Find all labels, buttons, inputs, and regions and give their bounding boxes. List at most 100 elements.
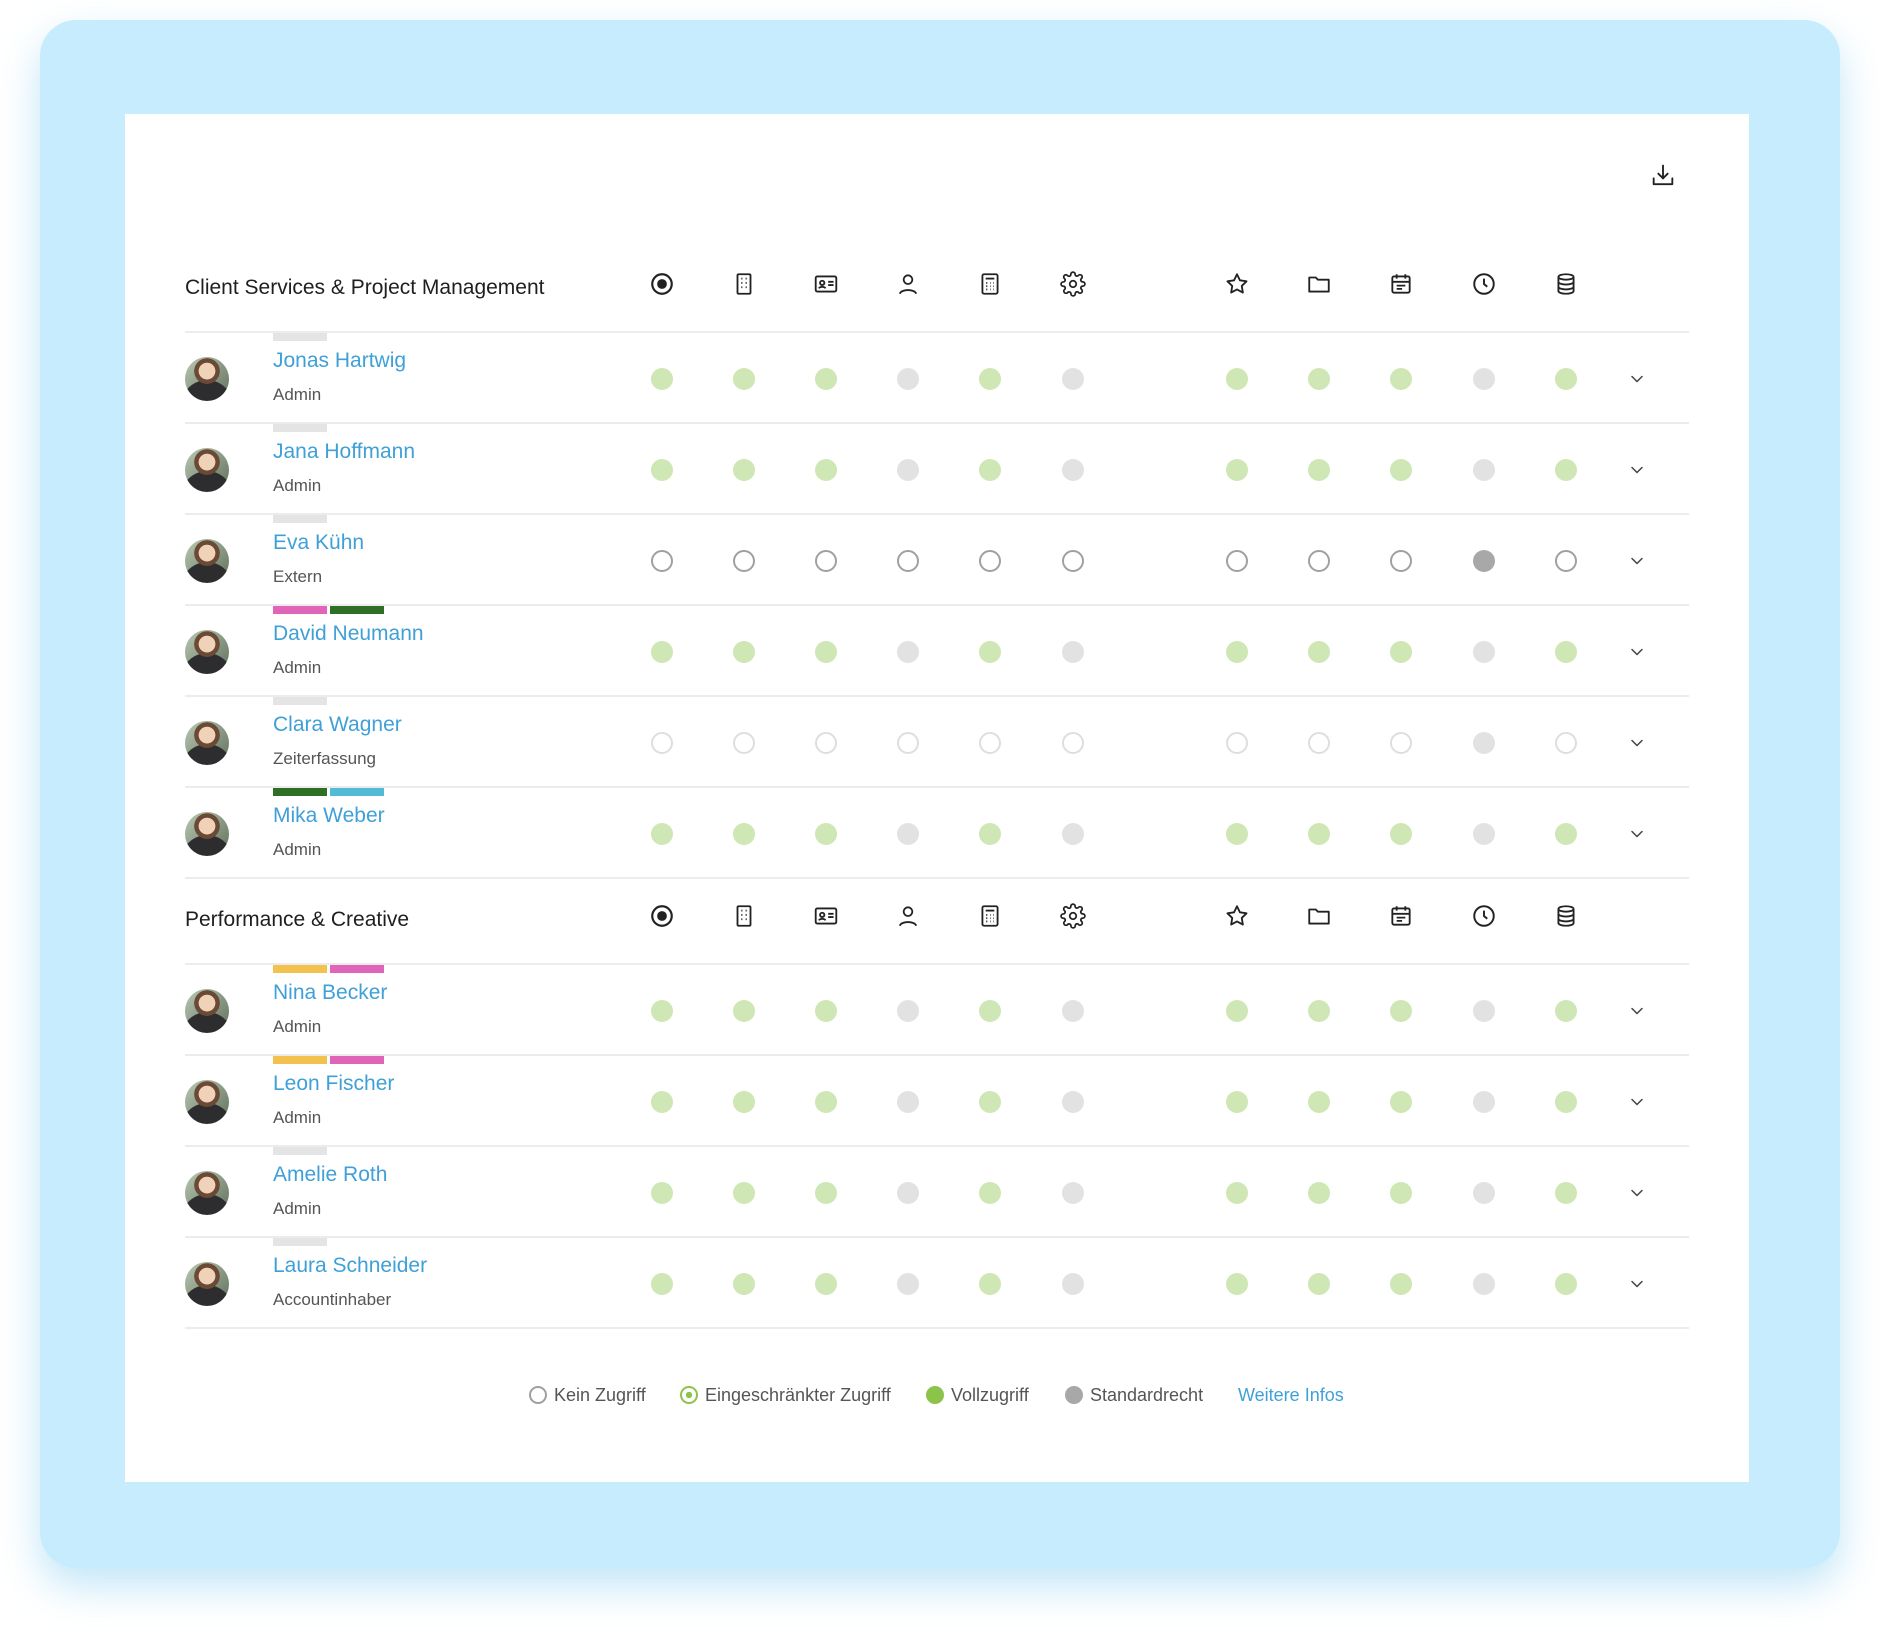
access-dot-id-card[interactable] (815, 1000, 837, 1022)
access-dot-calculator[interactable] (979, 1273, 1001, 1295)
access-dot-building[interactable] (733, 1182, 755, 1204)
chevron-down-icon[interactable] (1627, 1183, 1647, 1203)
access-dot-calendar[interactable] (1390, 823, 1412, 845)
access-dot-calendar[interactable] (1390, 459, 1412, 481)
access-dot-calculator[interactable] (979, 732, 1001, 754)
access-dot-building[interactable] (733, 641, 755, 663)
access-dot-calendar[interactable] (1390, 1091, 1412, 1113)
access-dot-database[interactable] (1555, 732, 1577, 754)
access-dot-user[interactable] (897, 550, 919, 572)
access-dot-folder[interactable] (1308, 459, 1330, 481)
access-dot-calculator[interactable] (979, 1000, 1001, 1022)
chevron-down-icon[interactable] (1627, 1274, 1647, 1294)
access-dot-calendar[interactable] (1390, 732, 1412, 754)
access-dot-calendar[interactable] (1390, 1182, 1412, 1204)
access-dot-id-card[interactable] (815, 1182, 837, 1204)
access-dot-database[interactable] (1555, 1273, 1577, 1295)
access-dot-gear[interactable] (1062, 550, 1084, 572)
chevron-down-icon[interactable] (1627, 460, 1647, 480)
download-icon[interactable] (1649, 162, 1677, 190)
access-dot-calculator[interactable] (979, 368, 1001, 390)
access-dot-folder[interactable] (1308, 732, 1330, 754)
access-dot-user[interactable] (897, 1273, 919, 1295)
access-dot-clock[interactable] (1473, 1273, 1495, 1295)
access-dot-star[interactable] (1226, 1273, 1248, 1295)
access-dot-gear[interactable] (1062, 1182, 1084, 1204)
access-dot-target[interactable] (651, 1273, 673, 1295)
member-name[interactable]: Clara Wagner (273, 713, 402, 737)
more-info-link[interactable]: Weitere Infos (1238, 1385, 1344, 1406)
access-dot-calendar[interactable] (1390, 1000, 1412, 1022)
access-dot-target[interactable] (651, 550, 673, 572)
chevron-down-icon[interactable] (1627, 551, 1647, 571)
chevron-down-icon[interactable] (1627, 1001, 1647, 1021)
access-dot-user[interactable] (897, 641, 919, 663)
access-dot-database[interactable] (1555, 823, 1577, 845)
member-name[interactable]: Leon Fischer (273, 1072, 394, 1096)
access-dot-id-card[interactable] (815, 459, 837, 481)
chevron-down-icon[interactable] (1627, 642, 1647, 662)
access-dot-building[interactable] (733, 368, 755, 390)
access-dot-calendar[interactable] (1390, 368, 1412, 390)
access-dot-star[interactable] (1226, 1182, 1248, 1204)
access-dot-folder[interactable] (1308, 1000, 1330, 1022)
access-dot-star[interactable] (1226, 550, 1248, 572)
access-dot-building[interactable] (733, 732, 755, 754)
access-dot-id-card[interactable] (815, 823, 837, 845)
access-dot-building[interactable] (733, 1091, 755, 1113)
member-name[interactable]: Mika Weber (273, 804, 385, 828)
access-dot-database[interactable] (1555, 550, 1577, 572)
access-dot-star[interactable] (1226, 368, 1248, 390)
access-dot-database[interactable] (1555, 1182, 1577, 1204)
access-dot-target[interactable] (651, 1091, 673, 1113)
access-dot-folder[interactable] (1308, 1091, 1330, 1113)
access-dot-building[interactable] (733, 550, 755, 572)
access-dot-gear[interactable] (1062, 641, 1084, 663)
member-name[interactable]: Amelie Roth (273, 1163, 387, 1187)
access-dot-clock[interactable] (1473, 1182, 1495, 1204)
access-dot-id-card[interactable] (815, 1273, 837, 1295)
access-dot-calendar[interactable] (1390, 550, 1412, 572)
access-dot-clock[interactable] (1473, 823, 1495, 845)
member-name[interactable]: Eva Kühn (273, 531, 364, 555)
access-dot-folder[interactable] (1308, 823, 1330, 845)
access-dot-calculator[interactable] (979, 1091, 1001, 1113)
access-dot-database[interactable] (1555, 641, 1577, 663)
access-dot-gear[interactable] (1062, 459, 1084, 481)
access-dot-calculator[interactable] (979, 1182, 1001, 1204)
access-dot-building[interactable] (733, 823, 755, 845)
access-dot-id-card[interactable] (815, 550, 837, 572)
access-dot-user[interactable] (897, 1000, 919, 1022)
access-dot-star[interactable] (1226, 459, 1248, 481)
access-dot-user[interactable] (897, 1182, 919, 1204)
access-dot-clock[interactable] (1473, 368, 1495, 390)
access-dot-gear[interactable] (1062, 1091, 1084, 1113)
access-dot-gear[interactable] (1062, 1273, 1084, 1295)
member-name[interactable]: David Neumann (273, 622, 424, 646)
access-dot-clock[interactable] (1473, 550, 1495, 572)
access-dot-star[interactable] (1226, 1000, 1248, 1022)
member-name[interactable]: Laura Schneider (273, 1254, 427, 1278)
access-dot-building[interactable] (733, 459, 755, 481)
access-dot-calculator[interactable] (979, 823, 1001, 845)
access-dot-target[interactable] (651, 641, 673, 663)
access-dot-database[interactable] (1555, 1000, 1577, 1022)
access-dot-gear[interactable] (1062, 368, 1084, 390)
member-name[interactable]: Nina Becker (273, 981, 387, 1005)
access-dot-clock[interactable] (1473, 732, 1495, 754)
access-dot-gear[interactable] (1062, 823, 1084, 845)
access-dot-calendar[interactable] (1390, 641, 1412, 663)
access-dot-user[interactable] (897, 368, 919, 390)
chevron-down-icon[interactable] (1627, 369, 1647, 389)
access-dot-folder[interactable] (1308, 550, 1330, 572)
access-dot-user[interactable] (897, 1091, 919, 1113)
access-dot-folder[interactable] (1308, 368, 1330, 390)
access-dot-gear[interactable] (1062, 1000, 1084, 1022)
access-dot-id-card[interactable] (815, 368, 837, 390)
access-dot-folder[interactable] (1308, 1182, 1330, 1204)
access-dot-star[interactable] (1226, 823, 1248, 845)
access-dot-calendar[interactable] (1390, 1273, 1412, 1295)
access-dot-target[interactable] (651, 1000, 673, 1022)
access-dot-folder[interactable] (1308, 641, 1330, 663)
access-dot-database[interactable] (1555, 459, 1577, 481)
